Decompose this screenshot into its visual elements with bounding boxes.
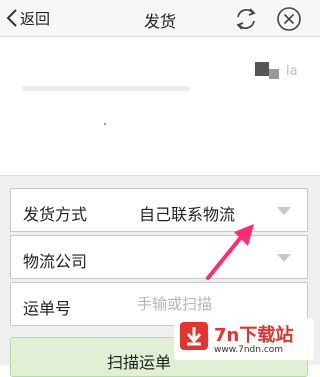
- caret-down-icon: [277, 207, 291, 215]
- logistics-company-label: 物流公司: [23, 252, 88, 271]
- refresh-icon: [236, 8, 256, 30]
- order-info-area: [0, 37, 320, 175]
- tracking-number-input[interactable]: [137, 291, 287, 317]
- annotation-arrow: [190, 220, 264, 286]
- download-icon: [180, 322, 208, 350]
- blurred-address-line: [22, 86, 190, 91]
- scan-waybill-label: 扫描运单: [107, 353, 172, 372]
- decorative-dot: [104, 123, 106, 125]
- watermark-url: www.7ndn.com: [214, 345, 284, 355]
- shipping-method-label: 发货方式: [23, 205, 88, 224]
- qr-code-fragment: [255, 62, 269, 76]
- qr-code-fragment-small: [269, 69, 279, 79]
- site-watermark: 7n下载站 www.7ndn.com: [174, 318, 314, 360]
- annotation-arrow-icon: [206, 224, 254, 280]
- caret-down-icon: [277, 254, 291, 262]
- watermark-brand: 7n下载站: [214, 325, 294, 346]
- top-nav-bar: 返回 发货: [0, 0, 320, 37]
- refresh-button[interactable]: [233, 6, 259, 32]
- order-info-text: la: [286, 64, 298, 79]
- page-title: 发货: [143, 12, 176, 31]
- close-button[interactable]: [276, 6, 302, 32]
- close-circle-icon: [277, 7, 301, 31]
- tracking-number-label: 运单号: [23, 299, 72, 318]
